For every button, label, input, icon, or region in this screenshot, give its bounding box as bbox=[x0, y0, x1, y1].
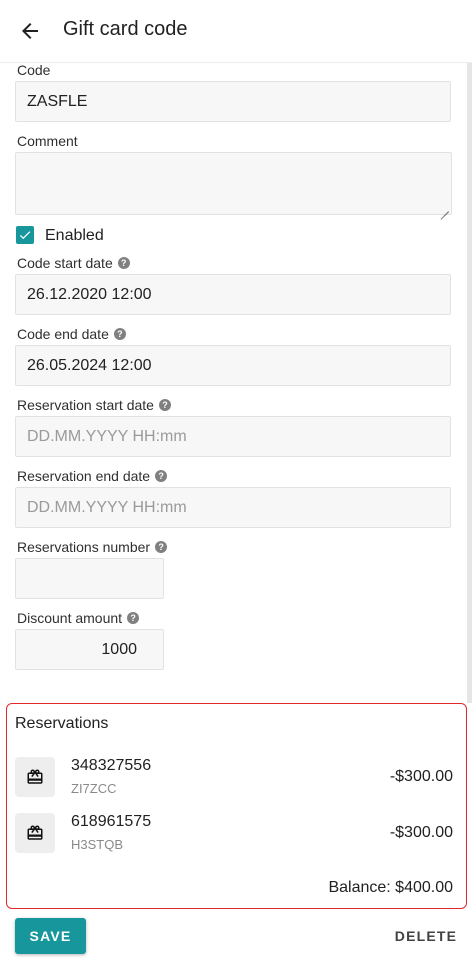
help-icon[interactable]: ? bbox=[113, 328, 126, 340]
discount-amount-label: Discount amount? bbox=[17, 610, 140, 626]
reservation-amount: -$300.00 bbox=[389, 824, 453, 841]
reservation-number: 348327556 bbox=[71, 757, 152, 774]
code-start-date-input[interactable]: 26.12.2020 12:00 bbox=[15, 274, 451, 315]
resize-grip-icon[interactable] bbox=[441, 204, 449, 212]
help-icon[interactable]: ? bbox=[117, 257, 130, 269]
scrollbar[interactable] bbox=[467, 63, 472, 703]
reservation-number: 618961575 bbox=[71, 813, 152, 830]
comment-textarea[interactable] bbox=[15, 152, 452, 215]
reservations-number-label: Reservations number? bbox=[17, 539, 168, 555]
back-button[interactable] bbox=[14, 15, 46, 47]
reservation-item[interactable]: 618961575 H3STQB -$300.00 bbox=[15, 813, 455, 853]
gift-icon bbox=[15, 813, 55, 853]
gift-icon bbox=[15, 757, 55, 797]
arrow-left-icon bbox=[22, 23, 38, 39]
reservation-code: ZI7ZCC bbox=[71, 781, 117, 796]
delete-button[interactable]: DELETE bbox=[390, 918, 462, 954]
code-end-date-input[interactable]: 26.05.2024 12:00 bbox=[15, 345, 451, 386]
discount-amount-input[interactable]: 1000 bbox=[15, 629, 164, 670]
comment-label: Comment bbox=[17, 133, 78, 149]
reservation-amount: -$300.00 bbox=[389, 768, 453, 785]
reservations-title: Reservations bbox=[15, 715, 109, 732]
app-header: Gift card code bbox=[0, 0, 472, 63]
code-end-label: Code end date? bbox=[17, 326, 126, 342]
enabled-checkbox[interactable] bbox=[16, 226, 34, 244]
help-icon[interactable]: ? bbox=[155, 470, 168, 482]
reservation-end-date-input[interactable]: DD.MM.YYYY HH:mm bbox=[15, 487, 451, 528]
page-title: Gift card code bbox=[63, 18, 188, 40]
save-button[interactable]: SAVE bbox=[15, 918, 86, 954]
code-start-label: Code start date? bbox=[17, 255, 130, 271]
check-icon bbox=[19, 231, 31, 240]
reservation-start-label: Reservation start date? bbox=[17, 397, 171, 413]
reservation-end-label: Reservation end date? bbox=[17, 468, 168, 484]
code-label: Code bbox=[17, 62, 51, 78]
reservation-code: H3STQB bbox=[71, 837, 124, 852]
code-input[interactable]: ZASFLE bbox=[15, 81, 451, 122]
reservation-item[interactable]: 348327556 ZI7ZCC -$300.00 bbox=[15, 757, 455, 797]
help-icon[interactable]: ? bbox=[127, 612, 140, 624]
help-icon[interactable]: ? bbox=[155, 541, 168, 553]
reservations-number-input[interactable] bbox=[15, 558, 164, 599]
help-icon[interactable]: ? bbox=[158, 399, 171, 411]
enabled-label: Enabled bbox=[45, 227, 104, 244]
reservation-start-date-input[interactable]: DD.MM.YYYY HH:mm bbox=[15, 416, 451, 457]
balance-text: Balance: $400.00 bbox=[328, 879, 453, 896]
